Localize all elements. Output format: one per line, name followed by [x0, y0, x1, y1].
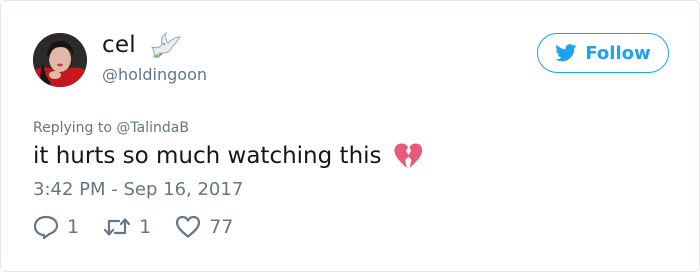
- broken-heart-icon: [392, 141, 424, 171]
- dove-icon: [148, 31, 182, 59]
- reply-count: 1: [67, 216, 80, 238]
- tweet-card: cel @holdingoon Follow Replying to @Tali…: [0, 0, 700, 272]
- reply-action[interactable]: 1: [33, 215, 79, 239]
- tweet-text-body: it hurts so much watching this: [33, 143, 382, 169]
- follow-button-label: Follow: [585, 42, 651, 64]
- reply-icon: [33, 215, 59, 239]
- reply-prefix: Replying to: [33, 120, 112, 136]
- like-heart-icon: [175, 215, 201, 239]
- tweet-timestamp[interactable]: 3:42 PM - Sep 16, 2017: [33, 179, 243, 200]
- follow-button[interactable]: Follow: [537, 33, 669, 73]
- retweet-icon: [103, 216, 131, 238]
- like-action[interactable]: 77: [175, 215, 233, 239]
- twitter-bird-icon: [555, 44, 577, 62]
- retweet-action[interactable]: 1: [103, 216, 151, 238]
- retweet-count: 1: [139, 216, 152, 238]
- user-handle[interactable]: @holdingoon: [102, 65, 207, 84]
- display-name[interactable]: cel: [102, 32, 136, 58]
- tweet-text: it hurts so much watching this: [33, 141, 424, 171]
- avatar[interactable]: [33, 33, 87, 87]
- like-count: 77: [209, 216, 234, 238]
- tweet-actions: 1 1 77: [33, 215, 257, 239]
- display-name-row: cel: [102, 31, 182, 59]
- reply-context: Replying to @TalindaB: [33, 120, 189, 136]
- reply-mention-link[interactable]: @TalindaB: [116, 120, 189, 136]
